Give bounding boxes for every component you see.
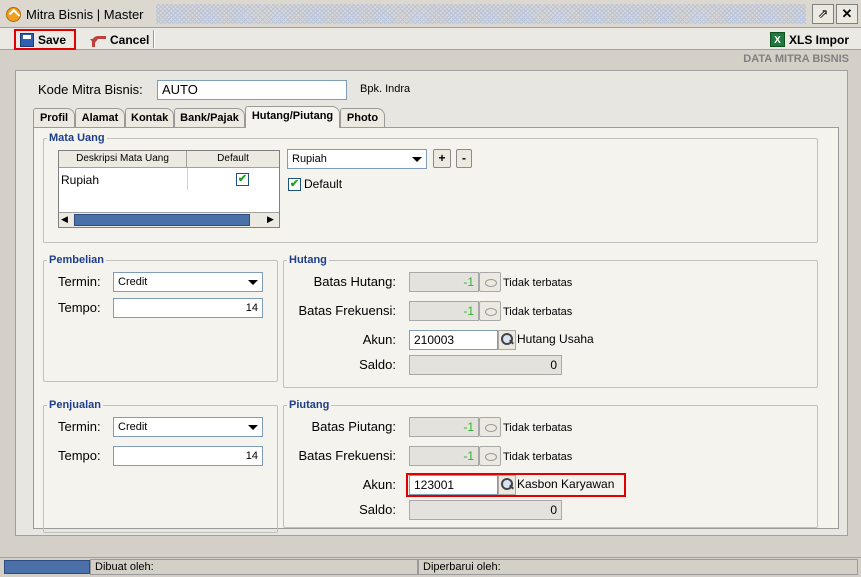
currency-grid-header-desc[interactable]: Deskripsi Mata Uang: [59, 151, 187, 168]
toolbar-separator: [153, 30, 155, 48]
penjualan-group-title: Penjualan: [47, 399, 103, 411]
hutang-frekuensi-input[interactable]: -1: [409, 301, 479, 321]
cancel-button[interactable]: Cancel: [86, 29, 153, 50]
hutang-akun-label: Akun:: [362, 332, 396, 347]
floppy-disk-icon: [20, 32, 34, 47]
save-button[interactable]: Save: [14, 29, 76, 50]
section-title: DATA MITRA BISNIS: [743, 53, 849, 65]
hutang-saldo-label: Saldo:: [359, 357, 396, 372]
add-currency-button[interactable]: +: [433, 149, 451, 168]
penjualan-termin-label: Termin:: [58, 419, 101, 434]
tab-profil[interactable]: Profil: [33, 108, 75, 127]
currency-row-default-checkbox[interactable]: ✔: [236, 173, 249, 186]
pembelian-termin-select[interactable]: Credit: [113, 272, 263, 292]
kode-mitra-label: Kode Mitra Bisnis:: [38, 82, 143, 97]
batas-piutang-eye-icon[interactable]: [479, 417, 501, 437]
hutang-frekuensi-note: Tidak terbatas: [503, 306, 573, 318]
default-checkbox[interactable]: ✔: [288, 178, 301, 191]
hutang-frekuensi-eye-icon[interactable]: [479, 301, 501, 321]
batas-piutang-note: Tidak terbatas: [503, 422, 573, 434]
close-icon: ✕: [841, 6, 853, 21]
hutang-frekuensi-label: Batas Frekuensi:: [298, 303, 396, 318]
hutang-akun-search-icon[interactable]: [498, 330, 516, 350]
hutang-group-title: Hutang: [287, 254, 329, 266]
penjualan-tempo-label: Tempo:: [58, 448, 101, 463]
piutang-saldo-input[interactable]: 0: [409, 500, 562, 520]
batas-hutang-note: Tidak terbatas: [503, 277, 573, 289]
currency-row-desc[interactable]: Rupiah: [61, 173, 99, 187]
contact-name: Bpk. Indra: [360, 83, 411, 95]
status-diperbarui: Diperbarui oleh:: [418, 559, 858, 575]
piutang-saldo-label: Saldo:: [359, 502, 396, 517]
app-icon: [6, 7, 21, 22]
piutang-akun-search-icon[interactable]: [498, 475, 516, 495]
piutang-frekuensi-label: Batas Frekuensi:: [298, 448, 396, 463]
currency-select[interactable]: Rupiah: [287, 149, 427, 169]
penjualan-tempo-input[interactable]: 14: [113, 446, 263, 466]
scroll-left-icon[interactable]: ◀: [61, 214, 68, 225]
restore-icon: ⇗: [817, 6, 829, 21]
piutang-frekuensi-eye-icon[interactable]: [479, 446, 501, 466]
pembelian-tempo-label: Tempo:: [58, 300, 101, 315]
mata-uang-group-title: Mata Uang: [47, 132, 107, 144]
batas-piutang-input[interactable]: -1: [409, 417, 479, 437]
pembelian-termin-label: Termin:: [58, 274, 101, 289]
window-title: Mitra Bisnis | Master: [26, 7, 144, 22]
progress-indicator: [4, 560, 90, 574]
currency-grid-header-default[interactable]: Default: [187, 151, 279, 168]
scroll-right-icon[interactable]: ▶: [267, 214, 274, 225]
restore-button[interactable]: ⇗: [812, 4, 834, 24]
penjualan-termin-select[interactable]: Credit: [113, 417, 263, 437]
piutang-group-title: Piutang: [287, 399, 332, 411]
checkmark-icon: ✔: [289, 178, 300, 190]
xls-import-button[interactable]: X XLS Impor: [766, 29, 853, 50]
chevron-down-icon: [248, 425, 258, 430]
pembelian-group-title: Pembelian: [47, 254, 107, 266]
status-dibuat: Dibuat oleh:: [90, 559, 418, 575]
scroll-thumb[interactable]: [74, 214, 250, 226]
tab-photo[interactable]: Photo: [340, 108, 385, 127]
grid-divider: [187, 168, 188, 190]
tab-kontak[interactable]: Kontak: [125, 108, 174, 127]
excel-icon: X: [770, 32, 785, 47]
tab-alamat[interactable]: Alamat: [75, 108, 125, 127]
batas-hutang-label: Batas Hutang:: [313, 274, 396, 289]
undo-arrow-icon: [90, 33, 106, 47]
tab-hutang-piutang[interactable]: Hutang/Piutang: [245, 106, 340, 128]
chevron-down-icon: [248, 280, 258, 285]
currency-select-value: Rupiah: [292, 153, 327, 165]
piutang-akun-input[interactable]: 123001: [409, 475, 498, 495]
close-button[interactable]: ✕: [836, 4, 858, 24]
checkmark-icon: ✔: [237, 173, 248, 185]
pembelian-tempo-input[interactable]: 14: [113, 298, 263, 318]
piutang-frekuensi-input[interactable]: -1: [409, 446, 479, 466]
remove-currency-button[interactable]: -: [456, 149, 472, 168]
save-label: Save: [38, 32, 67, 47]
hutang-akun-name: Hutang Usaha: [517, 332, 594, 346]
title-bar-drag-area[interactable]: [156, 4, 806, 24]
cancel-label: Cancel: [110, 32, 150, 47]
piutang-akun-label: Akun:: [362, 477, 396, 492]
batas-piutang-label: Batas Piutang:: [311, 419, 396, 434]
batas-hutang-input[interactable]: -1: [409, 272, 479, 292]
xls-import-label: XLS Impor: [789, 32, 850, 47]
piutang-akun-name: Kasbon Karyawan: [517, 477, 615, 491]
chevron-down-icon: [412, 157, 422, 162]
tab-bank-pajak[interactable]: Bank/Pajak: [174, 108, 245, 127]
penjualan-termin-value: Credit: [118, 421, 148, 433]
pembelian-termin-value: Credit: [118, 276, 148, 288]
hutang-saldo-input[interactable]: 0: [409, 355, 562, 375]
kode-mitra-input[interactable]: AUTO: [157, 80, 347, 100]
batas-hutang-eye-icon[interactable]: [479, 272, 501, 292]
hutang-akun-input[interactable]: 210003: [409, 330, 498, 350]
piutang-frekuensi-note: Tidak terbatas: [503, 451, 573, 463]
default-label: Default: [304, 177, 343, 191]
